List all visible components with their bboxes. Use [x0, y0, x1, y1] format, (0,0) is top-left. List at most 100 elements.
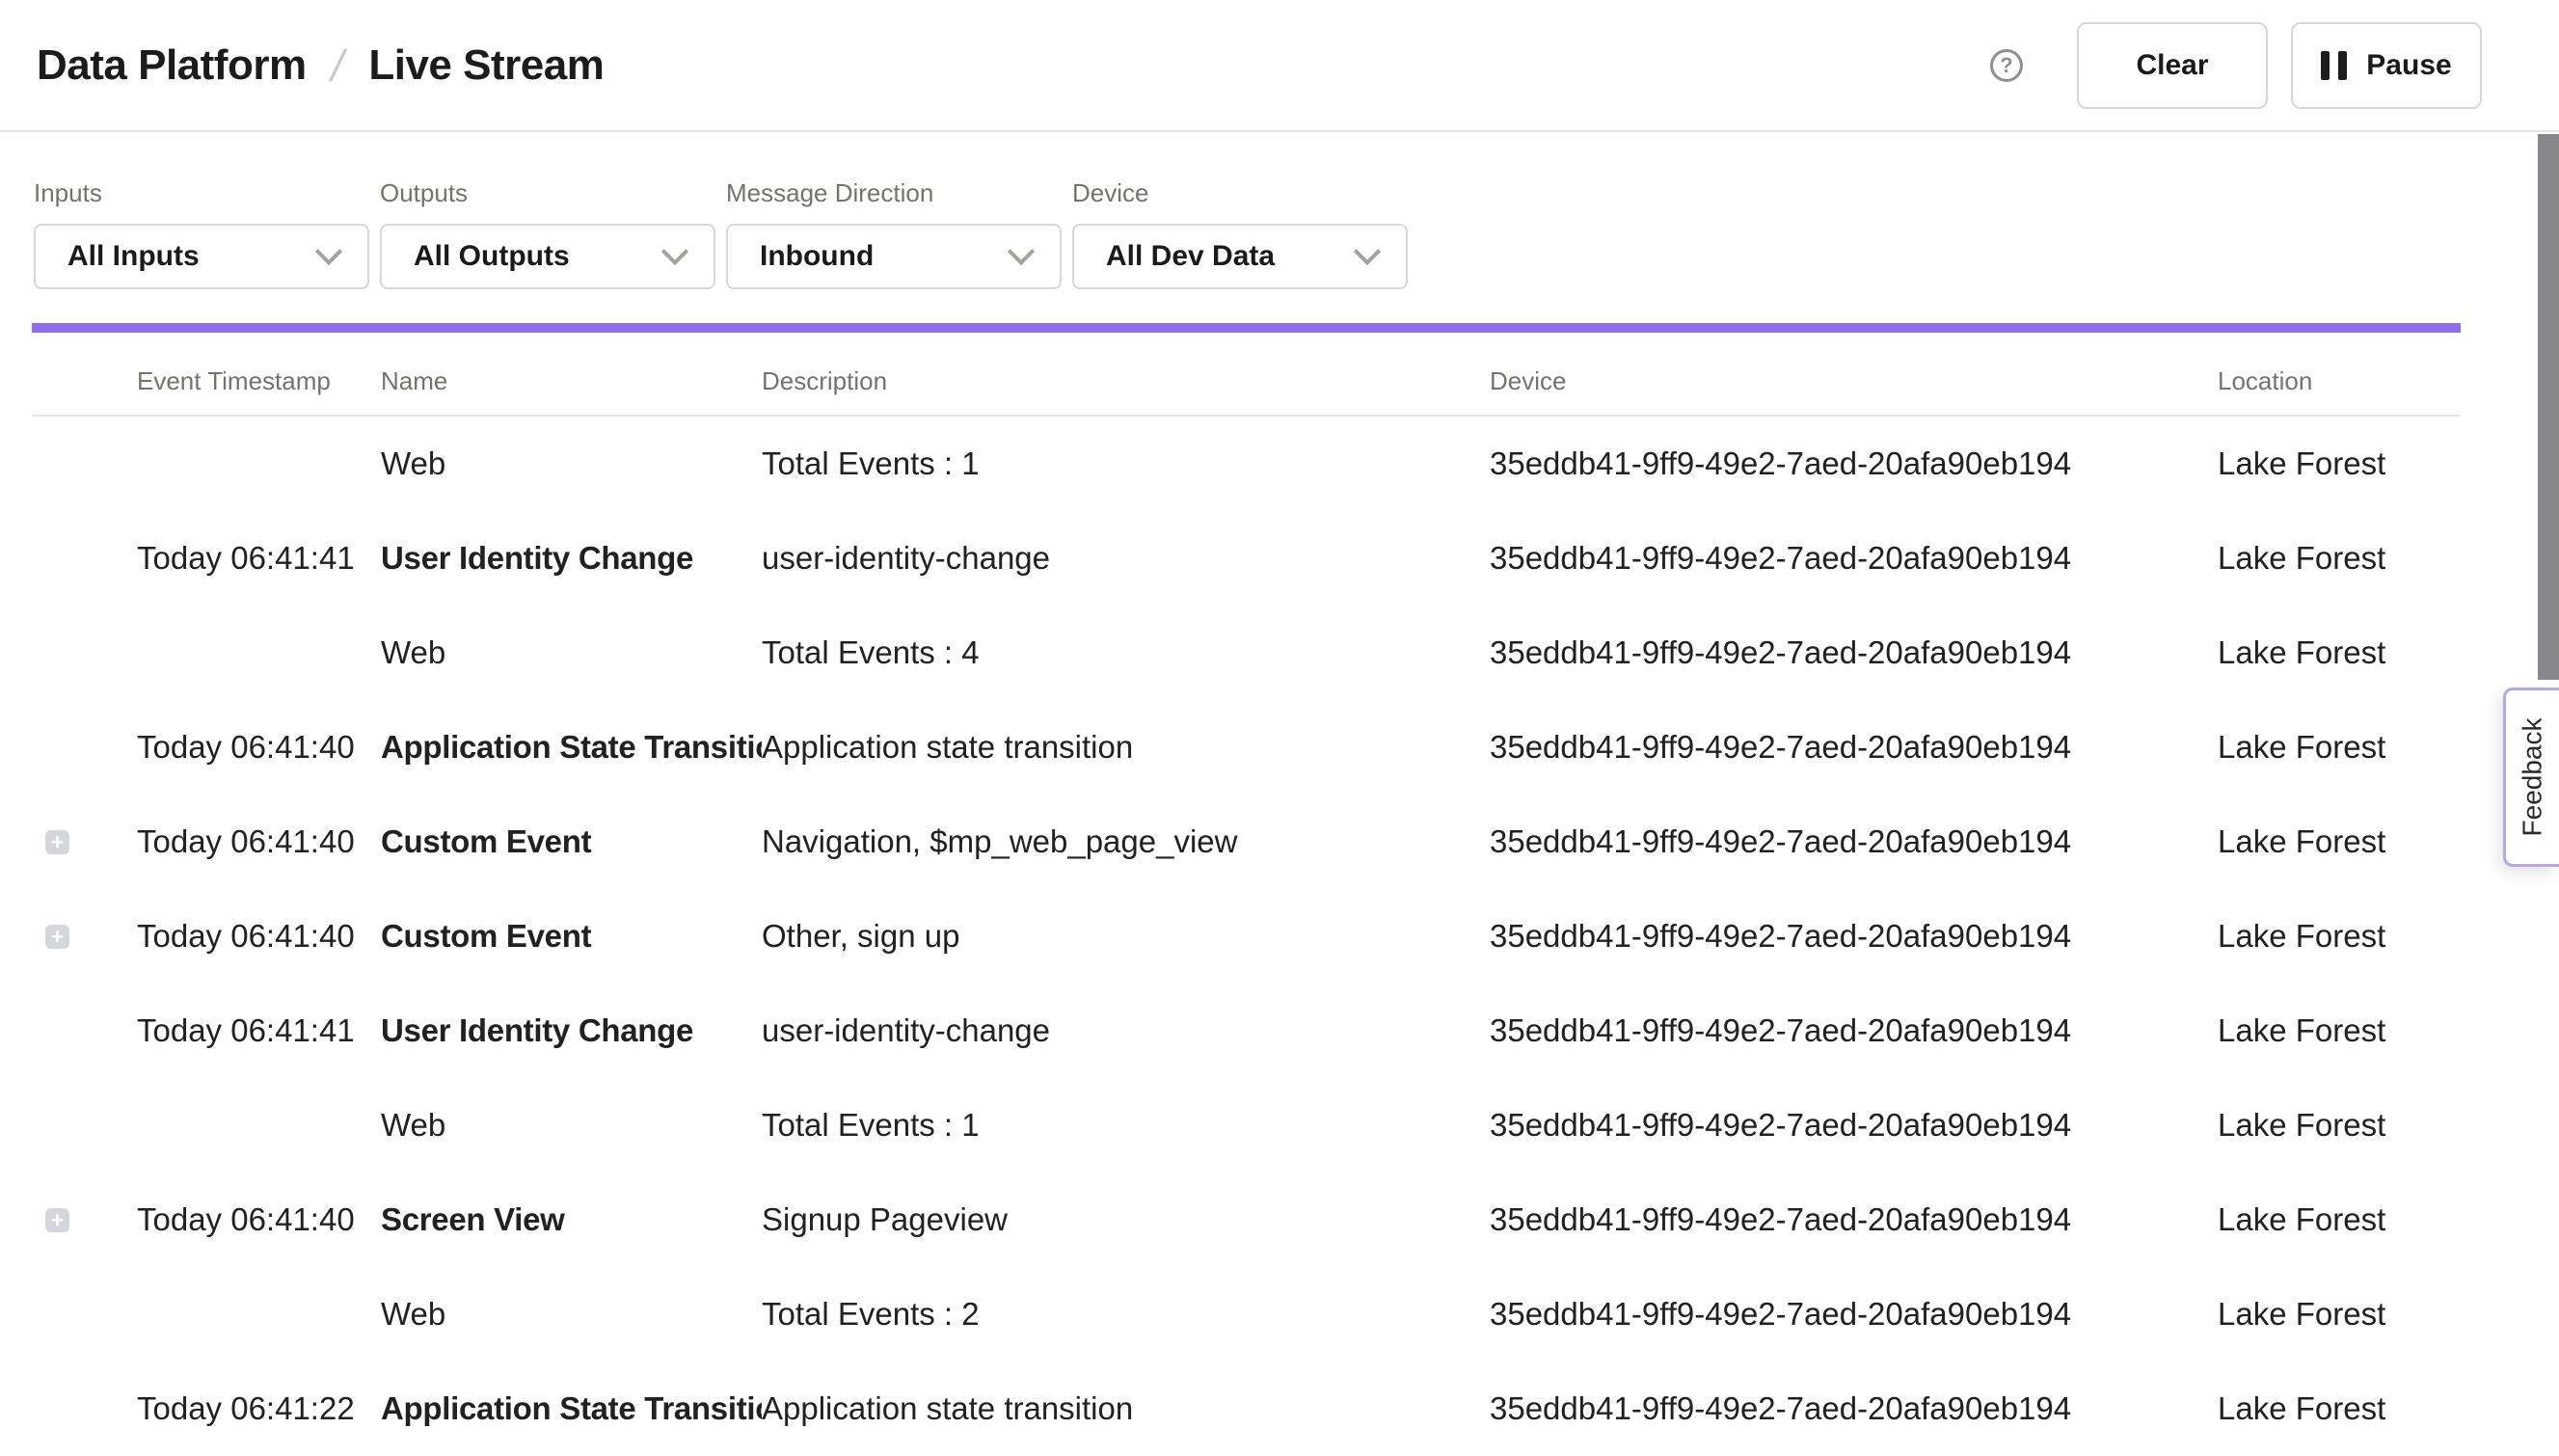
- cell-expand: +: [32, 830, 137, 854]
- table-row[interactable]: Today 06:41:41User Identity Changeuser-i…: [32, 984, 2461, 1078]
- cell-description: Application state transition: [762, 1390, 1490, 1427]
- cell-description: Application state transition: [762, 729, 1490, 766]
- breadcrumb: Data Platform / Live Stream: [37, 40, 604, 92]
- chevron-down-icon: [1354, 238, 1381, 265]
- cell-name: Custom Event: [381, 918, 762, 955]
- table-row[interactable]: +Today 06:41:40Custom EventNavigation, $…: [32, 795, 2461, 889]
- table-row[interactable]: Today 06:41:22Application State Transiti…: [32, 1362, 2461, 1456]
- column-header-name: Name: [381, 366, 762, 396]
- cell-name: Web: [381, 1107, 762, 1144]
- cell-name: Web: [381, 445, 762, 482]
- cell-event-timestamp: Today 06:41:40: [137, 918, 381, 955]
- cell-name: Screen View: [381, 1201, 762, 1238]
- table-row[interactable]: WebTotal Events : 135eddb41-9ff9-49e2-7a…: [32, 417, 2461, 511]
- cell-location: Lake Forest: [2218, 1107, 2461, 1144]
- outputs-select-value: All Outputs: [414, 240, 570, 273]
- table-row[interactable]: WebTotal Events : 135eddb41-9ff9-49e2-7a…: [32, 1078, 2461, 1173]
- cell-description: Total Events : 4: [762, 634, 1490, 671]
- cell-description: Total Events : 1: [762, 445, 1490, 482]
- filter-message-direction: Message Direction Inbound: [726, 178, 1062, 289]
- cell-name: Custom Event: [381, 823, 762, 860]
- message-direction-select[interactable]: Inbound: [726, 224, 1062, 289]
- cell-description: Other, sign up: [762, 918, 1490, 955]
- column-header-event-timestamp: Event Timestamp: [137, 366, 381, 396]
- help-icon[interactable]: ?: [1990, 49, 2023, 82]
- filter-inputs: Inputs All Inputs: [34, 178, 369, 289]
- cell-location: Lake Forest: [2218, 445, 2461, 482]
- cell-device: 35eddb41-9ff9-49e2-7aed-20afa90eb194: [1490, 729, 2218, 766]
- expand-row-icon[interactable]: +: [45, 925, 69, 949]
- breadcrumb-separator: /: [326, 40, 349, 92]
- header-actions: ? Clear Pause: [1990, 22, 2482, 109]
- filter-outputs: Outputs All Outputs: [380, 178, 715, 289]
- cell-device: 35eddb41-9ff9-49e2-7aed-20afa90eb194: [1490, 918, 2218, 955]
- pause-button[interactable]: Pause: [2291, 22, 2482, 109]
- feedback-tab-label: Feedback: [2518, 718, 2548, 837]
- column-header-device: Device: [1490, 366, 2218, 396]
- cell-location: Lake Forest: [2218, 1390, 2461, 1427]
- device-select-value: All Dev Data: [1106, 240, 1275, 273]
- cell-description: Total Events : 1: [762, 1107, 1490, 1144]
- filter-device: Device All Dev Data: [1072, 178, 1408, 289]
- cell-description: Navigation, $mp_web_page_view: [762, 823, 1490, 860]
- cell-location: Lake Forest: [2218, 1296, 2461, 1333]
- cell-event-timestamp: Today 06:41:41: [137, 540, 381, 577]
- cell-location: Lake Forest: [2218, 634, 2461, 671]
- cell-event-timestamp: Today 06:41:41: [137, 1012, 381, 1049]
- cell-location: Lake Forest: [2218, 1201, 2461, 1238]
- cell-description: user-identity-change: [762, 540, 1490, 577]
- table-row[interactable]: WebTotal Events : 235eddb41-9ff9-49e2-7a…: [32, 1267, 2461, 1362]
- cell-description: Total Events : 2: [762, 1296, 1490, 1333]
- table-row[interactable]: Today 06:41:41User Identity Changeuser-i…: [32, 511, 2461, 606]
- cell-description: Signup Pageview: [762, 1201, 1490, 1238]
- cell-location: Lake Forest: [2218, 823, 2461, 860]
- filter-inputs-label: Inputs: [34, 178, 369, 208]
- cell-device: 35eddb41-9ff9-49e2-7aed-20afa90eb194: [1490, 1201, 2218, 1238]
- clear-button[interactable]: Clear: [2077, 22, 2268, 109]
- scrollbar-thumb[interactable]: [2538, 134, 2559, 680]
- cell-device: 35eddb41-9ff9-49e2-7aed-20afa90eb194: [1490, 1012, 2218, 1049]
- cell-device: 35eddb41-9ff9-49e2-7aed-20afa90eb194: [1490, 540, 2218, 577]
- table-row[interactable]: Today 06:41:40Application State Transiti…: [32, 700, 2461, 795]
- cell-device: 35eddb41-9ff9-49e2-7aed-20afa90eb194: [1490, 1296, 2218, 1333]
- pause-button-label: Pause: [2366, 49, 2451, 82]
- cell-device: 35eddb41-9ff9-49e2-7aed-20afa90eb194: [1490, 634, 2218, 671]
- cell-expand: +: [32, 1208, 137, 1232]
- feedback-tab[interactable]: Feedback: [2503, 688, 2559, 867]
- device-select[interactable]: All Dev Data: [1072, 224, 1408, 289]
- cell-location: Lake Forest: [2218, 540, 2461, 577]
- table-row[interactable]: WebTotal Events : 435eddb41-9ff9-49e2-7a…: [32, 606, 2461, 700]
- table-row[interactable]: + Today 06:41:40Screen ViewSignup Pagevie…: [32, 1173, 2461, 1267]
- live-stream-table: Event Timestamp Name Description Device …: [32, 333, 2461, 1456]
- message-direction-select-value: Inbound: [760, 240, 874, 273]
- chevron-down-icon: [1008, 238, 1035, 265]
- filter-message-direction-label: Message Direction: [726, 178, 1062, 208]
- cell-device: 35eddb41-9ff9-49e2-7aed-20afa90eb194: [1490, 445, 2218, 482]
- chevron-down-icon: [315, 238, 342, 265]
- outputs-select[interactable]: All Outputs: [380, 224, 715, 289]
- cell-name: User Identity Change: [381, 540, 762, 577]
- table-row[interactable]: + Today 06:41:40Custom EventOther, sign u…: [32, 889, 2461, 984]
- table-header-row: Event Timestamp Name Description Device …: [32, 333, 2461, 417]
- clear-button-label: Clear: [2136, 49, 2208, 82]
- cell-event-timestamp: Today 06:41:40: [137, 1201, 381, 1238]
- expand-row-icon[interactable]: +: [45, 830, 69, 854]
- column-header-description: Description: [762, 366, 1490, 396]
- cell-name: User Identity Change: [381, 1012, 762, 1049]
- pause-icon: [2321, 51, 2347, 80]
- expand-row-icon[interactable]: +: [45, 1208, 69, 1232]
- inputs-select[interactable]: All Inputs: [34, 224, 369, 289]
- cell-location: Lake Forest: [2218, 1012, 2461, 1049]
- cell-name: Application State Transition: [381, 1390, 762, 1427]
- inputs-select-value: All Inputs: [67, 240, 200, 273]
- cell-device: 35eddb41-9ff9-49e2-7aed-20afa90eb194: [1490, 823, 2218, 860]
- chevron-down-icon: [661, 238, 688, 265]
- cell-event-timestamp: Today 06:41:40: [137, 729, 381, 766]
- cell-location: Lake Forest: [2218, 729, 2461, 766]
- cell-name: Web: [381, 1296, 762, 1333]
- table-body: WebTotal Events : 135eddb41-9ff9-49e2-7a…: [32, 417, 2461, 1456]
- breadcrumb-section[interactable]: Data Platform: [37, 41, 307, 90]
- cell-event-timestamp: Today 06:41:22: [137, 1390, 381, 1427]
- column-header-location: Location: [2218, 366, 2461, 396]
- cell-name: Application State Transition: [381, 729, 762, 766]
